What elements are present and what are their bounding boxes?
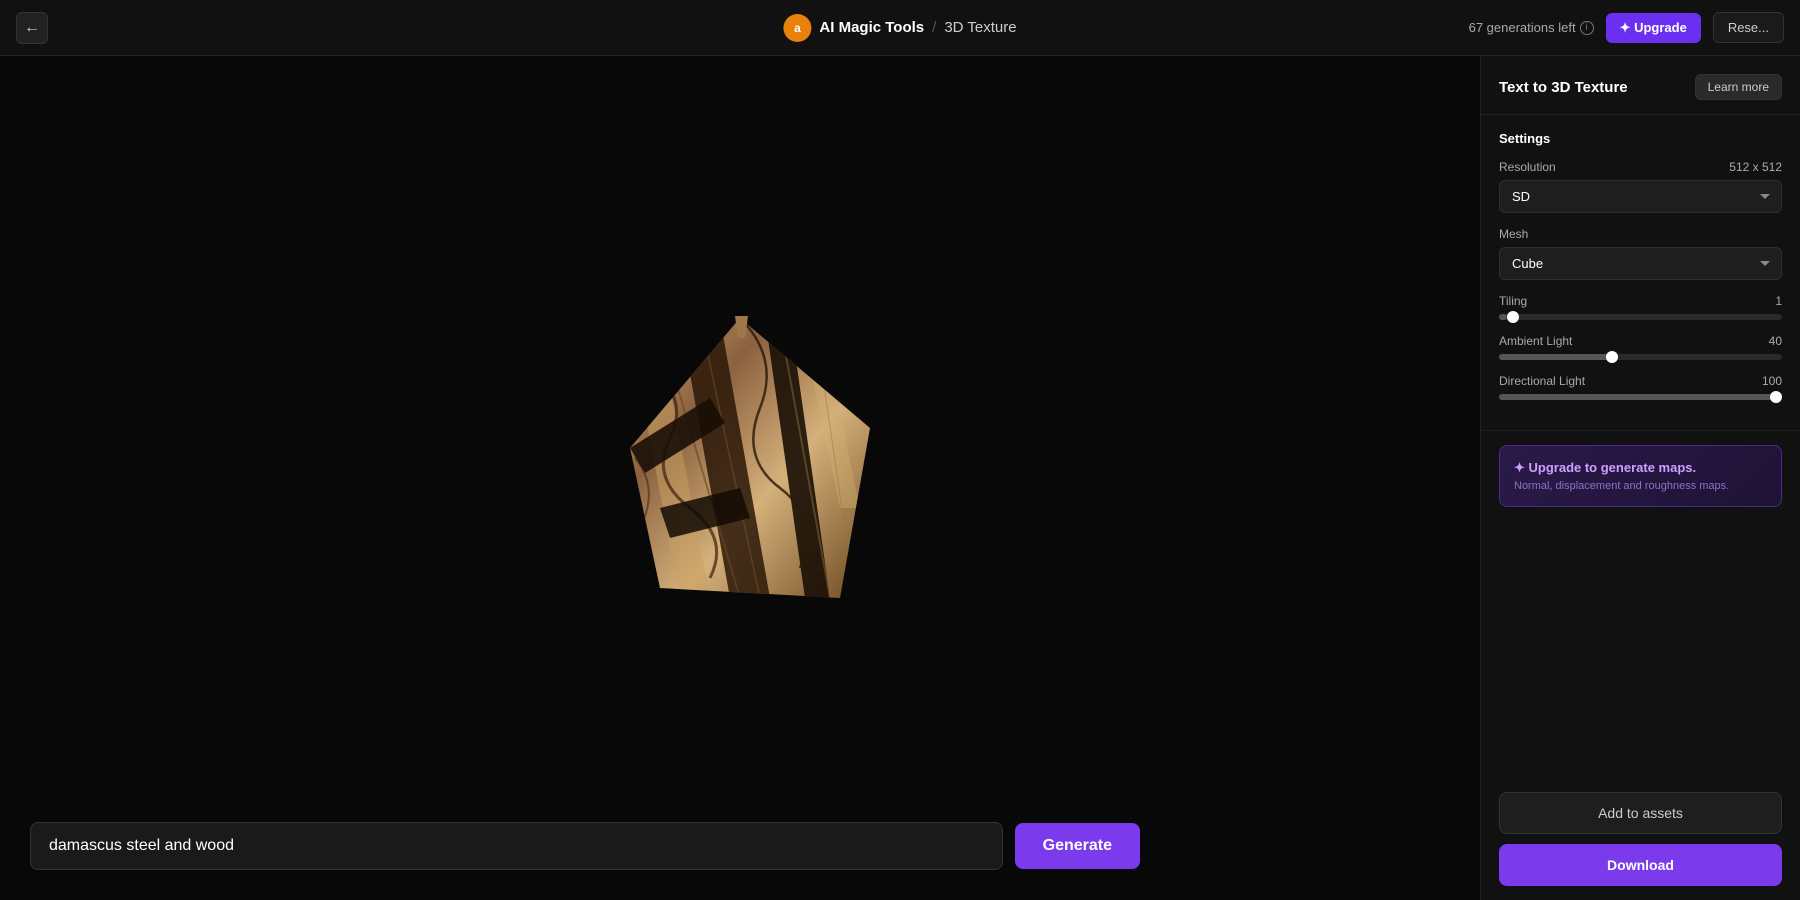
page-name: 3D Texture <box>944 19 1016 36</box>
generate-button[interactable]: Generate <box>1015 823 1140 869</box>
upgrade-banner-title: ✦ Upgrade to generate maps. <box>1514 460 1767 476</box>
tiling-label: Tiling <box>1499 294 1527 308</box>
prompt-input[interactable] <box>30 822 1003 870</box>
breadcrumb-separator: / <box>932 19 936 36</box>
resolution-label-row: Resolution 512 x 512 <box>1499 160 1782 174</box>
mesh-label-row: Mesh <box>1499 227 1782 241</box>
settings-section: Settings Resolution 512 x 512 SD Mesh Cu… <box>1481 115 1800 431</box>
directional-slider-fill <box>1499 394 1782 400</box>
upgrade-maps-banner[interactable]: ✦ Upgrade to generate maps. Normal, disp… <box>1499 445 1782 507</box>
directional-value: 100 <box>1762 374 1782 388</box>
panel-title: Text to 3D Texture <box>1499 79 1628 96</box>
upgrade-button[interactable]: ✦ Upgrade <box>1606 13 1701 43</box>
learn-more-button[interactable]: Learn more <box>1695 74 1782 100</box>
mesh-select[interactable]: Cube <box>1499 247 1782 280</box>
3d-object-viewport[interactable] <box>580 308 900 648</box>
ambient-row: Ambient Light 40 <box>1499 334 1782 360</box>
panel-header: Text to 3D Texture Learn more <box>1481 56 1800 115</box>
resolution-value: 512 x 512 <box>1729 160 1782 174</box>
panel-actions: Add to assets Download <box>1481 778 1800 900</box>
ambient-value: 40 <box>1769 334 1782 348</box>
tiling-row: Tiling 1 <box>1499 294 1782 320</box>
back-icon: ← <box>24 19 40 37</box>
directional-row: Directional Light 100 <box>1499 374 1782 400</box>
reset-button[interactable]: Rese... <box>1713 12 1784 43</box>
tiling-value: 1 <box>1775 294 1782 308</box>
download-button[interactable]: Download <box>1499 844 1782 886</box>
back-button[interactable]: ← <box>16 12 48 44</box>
resolution-row: Resolution 512 x 512 SD <box>1499 160 1782 213</box>
ambient-label: Ambient Light <box>1499 334 1572 348</box>
resolution-select[interactable]: SD <box>1499 180 1782 213</box>
ambient-slider-fill <box>1499 354 1612 360</box>
directional-label-row: Directional Light 100 <box>1499 374 1782 388</box>
resolution-label: Resolution <box>1499 160 1556 174</box>
app-avatar: a <box>783 14 811 42</box>
tiling-label-row: Tiling 1 <box>1499 294 1782 308</box>
tiling-slider-fill <box>1499 314 1507 320</box>
generations-left: 67 generations left i <box>1469 20 1594 35</box>
add-to-assets-button[interactable]: Add to assets <box>1499 792 1782 834</box>
tiling-slider-thumb[interactable] <box>1507 311 1519 323</box>
main-layout: Generate Text to 3D Texture Learn more S… <box>0 56 1800 900</box>
tiling-slider[interactable] <box>1499 314 1782 320</box>
directional-label: Directional Light <box>1499 374 1585 388</box>
right-panel: Text to 3D Texture Learn more Settings R… <box>1480 56 1800 900</box>
3d-object-svg <box>580 308 900 648</box>
mesh-row: Mesh Cube <box>1499 227 1782 280</box>
topbar-center: a AI Magic Tools / 3D Texture <box>783 14 1016 42</box>
canvas-area: Generate <box>0 56 1480 900</box>
upgrade-banner-desc: Normal, displacement and roughness maps. <box>1514 480 1767 492</box>
directional-slider-thumb[interactable] <box>1770 391 1782 403</box>
ambient-slider-thumb[interactable] <box>1606 351 1618 363</box>
app-name: AI Magic Tools <box>819 19 924 36</box>
ambient-slider[interactable] <box>1499 354 1782 360</box>
ambient-label-row: Ambient Light 40 <box>1499 334 1782 348</box>
topbar-right: 67 generations left i ✦ Upgrade Rese... <box>1469 12 1784 43</box>
settings-title: Settings <box>1499 131 1782 146</box>
info-icon[interactable]: i <box>1580 21 1594 35</box>
topbar: ← a AI Magic Tools / 3D Texture 67 gener… <box>0 0 1800 56</box>
prompt-area: Generate <box>30 822 1140 870</box>
directional-slider[interactable] <box>1499 394 1782 400</box>
mesh-label: Mesh <box>1499 227 1528 241</box>
